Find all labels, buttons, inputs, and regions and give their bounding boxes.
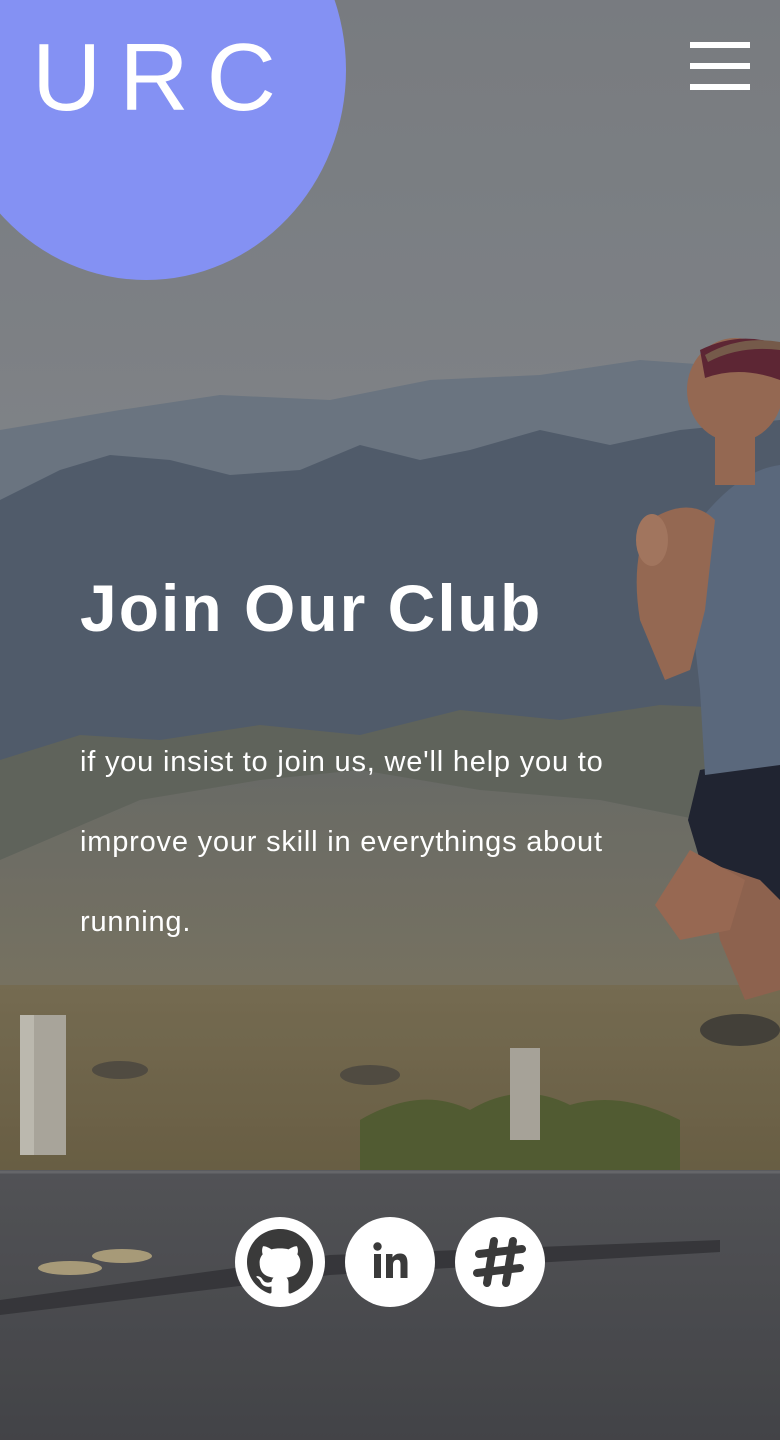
slack-button[interactable] [455, 1217, 545, 1307]
github-icon [247, 1229, 313, 1294]
landing-page: URC Join Our Club if you insist to join … [0, 0, 780, 1440]
hamburger-menu-icon[interactable] [688, 40, 752, 92]
linkedin-button[interactable] [345, 1217, 435, 1307]
hero-title: Join Our Club [80, 571, 543, 645]
social-links [235, 1217, 545, 1307]
linkedin-icon [373, 1242, 408, 1278]
slack-icon [473, 1237, 526, 1287]
menu-bar [690, 42, 750, 48]
menu-bar [690, 63, 750, 69]
site-logo[interactable]: URC [32, 28, 294, 128]
menu-bar [690, 84, 750, 90]
hero-description: if you insist to join us, we'll help you… [80, 746, 604, 938]
github-button[interactable] [235, 1217, 325, 1307]
